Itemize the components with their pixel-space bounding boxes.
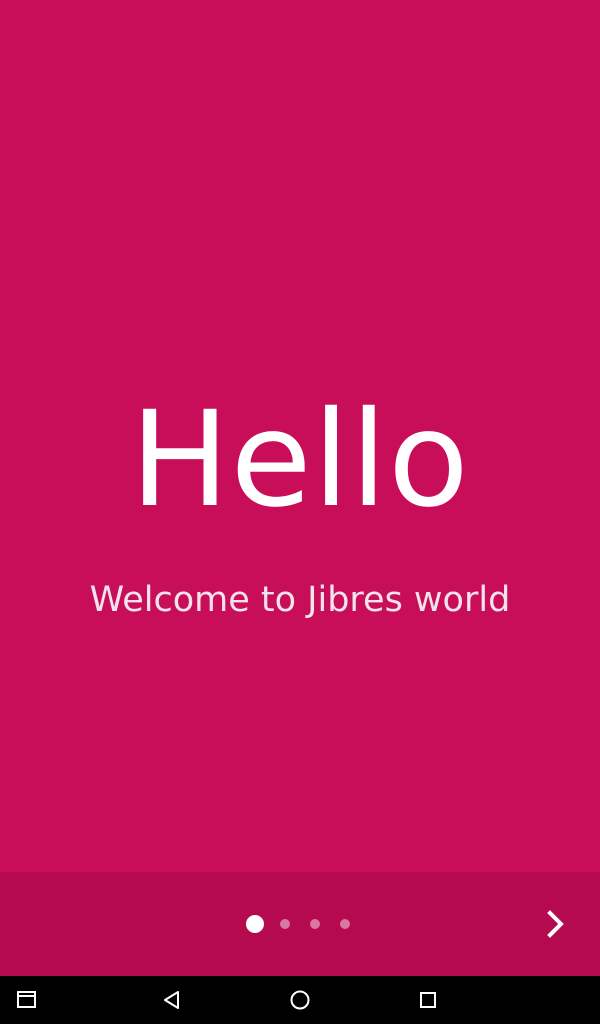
back-button[interactable] [148,976,196,1024]
next-button[interactable] [530,899,580,949]
page-indicator [0,872,600,976]
overview-button[interactable] [404,976,452,1024]
window-icon [17,991,36,1008]
back-triangle-icon [164,991,179,1009]
chevron-right-icon [547,910,564,938]
overview-square-icon [420,992,436,1008]
page-dot-3[interactable] [310,919,320,929]
page-dot-4[interactable] [340,919,350,929]
system-navigation-bar [0,976,600,1024]
page-dot-2[interactable] [280,919,290,929]
pager-bar [0,872,600,976]
intro-slide: Hello Welcome to Jibres world [0,0,600,872]
home-circle-icon [290,990,310,1010]
home-button[interactable] [276,976,324,1024]
hello-title: Hello [130,383,470,537]
recents-window-button[interactable] [2,976,50,1024]
welcome-subtitle: Welcome to Jibres world [89,580,511,620]
welcome-screen: Hello Welcome to Jibres world [0,0,600,1024]
page-dot-1[interactable] [246,915,264,933]
